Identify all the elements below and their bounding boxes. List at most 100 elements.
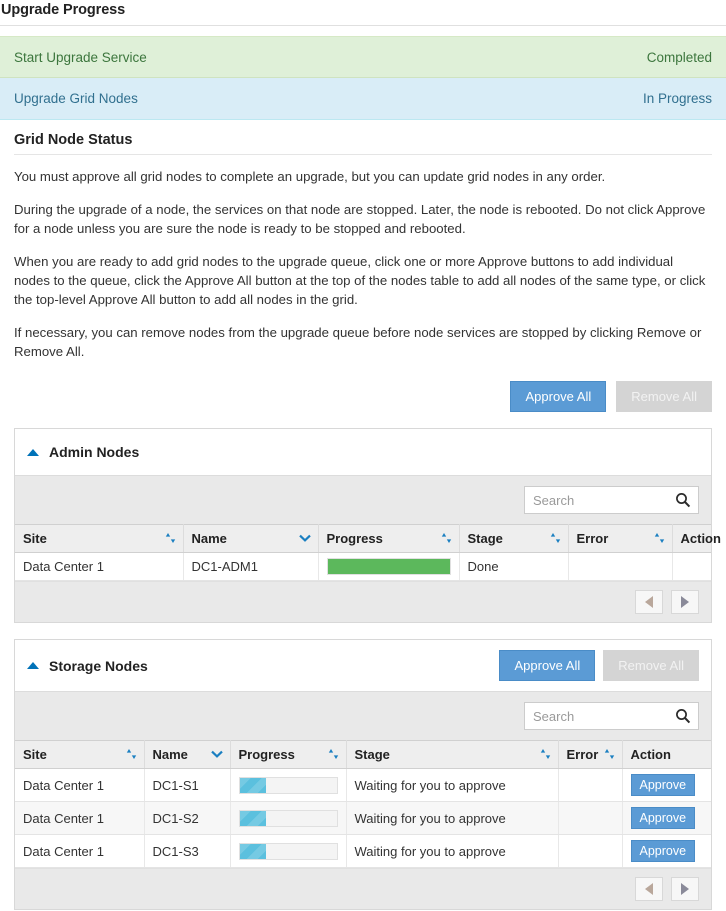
column-header-name[interactable]: Name [144,741,230,769]
progress-bar [239,777,338,794]
column-header-progress[interactable]: Progress [318,525,459,553]
cell-name: DC1-S2 [144,802,230,835]
progress-bar [327,558,451,575]
global-actions-toolbar: Approve All Remove All [14,375,712,428]
column-label: Progress [327,531,383,546]
progress-bar-fill [240,811,266,826]
sort-icon[interactable] [126,748,137,760]
sort-icon[interactable] [654,532,665,544]
progress-bar-fill [328,559,450,574]
column-label: Progress [239,747,295,762]
progress-bar [239,843,338,860]
column-label: Error [577,531,609,546]
cell-progress [230,835,346,868]
column-header-site[interactable]: Site [15,741,144,769]
storage-nodes-search-box[interactable] [524,702,699,730]
search-input[interactable] [525,703,698,729]
column-header-stage[interactable]: Stage [346,741,558,769]
approve-button[interactable]: Approve [631,774,696,796]
column-header-error[interactable]: Error [568,525,672,553]
cell-progress [230,769,346,802]
admin-table-header-row: Site Name Progress [15,525,711,553]
column-header-stage[interactable]: Stage [459,525,568,553]
section-divider [14,154,712,155]
chevron-down-icon[interactable] [211,750,223,758]
column-label: Site [23,531,47,546]
info-paragraph-4: If necessary, you can remove nodes from … [14,323,712,361]
sort-icon[interactable] [604,748,615,760]
admin-nodes-header-left: Admin Nodes [27,444,139,460]
column-label: Name [192,531,227,546]
title-divider [0,25,726,26]
column-label: Action [681,531,721,546]
search-icon[interactable] [675,708,691,724]
chevron-up-icon[interactable] [27,662,39,669]
cell-progress [230,802,346,835]
search-icon[interactable] [675,492,691,508]
sort-icon[interactable] [441,532,452,544]
cell-site: Data Center 1 [15,802,144,835]
page-title: Upgrade Progress [0,0,726,25]
chevron-up-icon[interactable] [27,449,39,456]
progress-bar [239,810,338,827]
column-header-action: Action [672,525,711,553]
admin-nodes-table: Site Name Progress [15,524,711,581]
pager-next-button[interactable] [671,590,699,614]
search-input[interactable] [525,487,698,513]
sort-icon[interactable] [165,532,176,544]
cell-name: DC1-S1 [144,769,230,802]
column-header-progress[interactable]: Progress [230,741,346,769]
admin-nodes-title: Admin Nodes [49,444,139,460]
cell-action [672,553,711,581]
column-label: Action [631,747,671,762]
table-row: Data Center 1 DC1-S1 Waiting for you to … [15,769,711,802]
section-title: Grid Node Status [14,120,712,154]
triangle-right-icon [681,596,689,608]
remove-all-button: Remove All [616,381,712,412]
storage-nodes-panel-header[interactable]: Storage Nodes Approve All Remove All [15,640,711,691]
table-row: Data Center 1 DC1-S3 Waiting for you to … [15,835,711,868]
pager-next-button[interactable] [671,877,699,901]
cell-stage: Waiting for you to approve [346,835,558,868]
cell-error [568,553,672,581]
column-label: Error [567,747,599,762]
storage-remove-all-button: Remove All [603,650,699,681]
cell-action: Approve [622,835,711,868]
step-upgrade-grid-nodes: Upgrade Grid Nodes In Progress [0,78,726,120]
cell-error [558,835,622,868]
column-header-error[interactable]: Error [558,741,622,769]
approve-all-button[interactable]: Approve All [510,381,606,412]
column-header-name[interactable]: Name [183,525,318,553]
sort-icon[interactable] [550,532,561,544]
approve-button[interactable]: Approve [631,840,696,862]
chevron-down-icon[interactable] [299,534,311,542]
info-paragraph-1: You must approve all grid nodes to compl… [14,167,712,186]
admin-nodes-search-box[interactable] [524,486,699,514]
cell-stage: Waiting for you to approve [346,769,558,802]
sort-icon[interactable] [540,748,551,760]
table-row: Data Center 1 DC1-S2 Waiting for you to … [15,802,711,835]
approve-button[interactable]: Approve [631,807,696,829]
storage-table-header-row: Site Name Progress [15,741,711,769]
admin-nodes-panel-header[interactable]: Admin Nodes [15,429,711,475]
pager-prev-button[interactable] [635,590,663,614]
storage-nodes-table: Site Name Progress [15,740,711,868]
upgrade-steps: Start Upgrade Service Completed Upgrade … [0,36,726,120]
column-header-site[interactable]: Site [15,525,183,553]
cell-progress [318,553,459,581]
column-label: Stage [468,531,503,546]
storage-nodes-header-left: Storage Nodes [27,658,148,674]
cell-site: Data Center 1 [15,769,144,802]
pager-prev-button[interactable] [635,877,663,901]
cell-error [558,802,622,835]
storage-approve-all-button[interactable]: Approve All [499,650,595,681]
storage-nodes-search-bar [15,691,711,740]
storage-nodes-pager [15,868,711,909]
cell-action: Approve [622,769,711,802]
step-status: In Progress [643,91,712,106]
cell-name: DC1-S3 [144,835,230,868]
sort-icon[interactable] [328,748,339,760]
cell-stage: Waiting for you to approve [346,802,558,835]
info-paragraph-3: When you are ready to add grid nodes to … [14,252,712,309]
triangle-right-icon [681,883,689,895]
